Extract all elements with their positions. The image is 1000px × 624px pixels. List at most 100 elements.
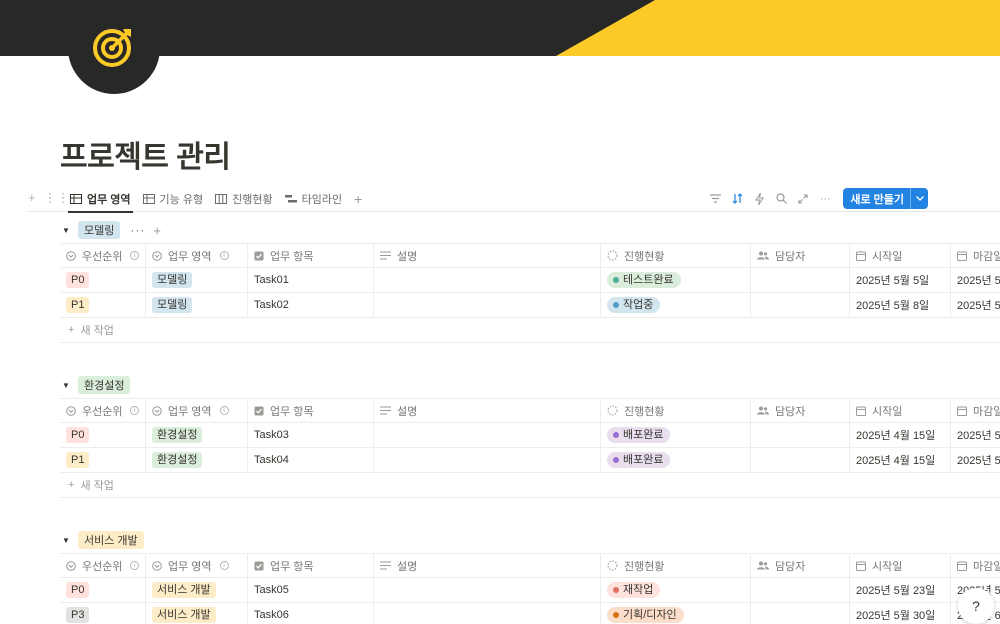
description-cell[interactable] [374,268,601,292]
info-icon[interactable]: i [219,406,229,415]
column-header[interactable]: 우선순위 i [60,554,146,577]
column-header[interactable]: 담당자 [751,399,850,422]
column-header[interactable]: 담당자 [751,554,850,577]
column-header[interactable]: 진행현황 [601,554,751,577]
column-header[interactable]: 업무 영역 i [146,244,248,267]
info-icon[interactable]: i [219,251,229,260]
status-cell[interactable]: 배포완료 [601,448,751,472]
start-date-cell[interactable]: 2025년 5월 5일 [850,268,951,292]
assignee-cell[interactable] [751,448,850,472]
assignee-cell[interactable] [751,603,850,624]
start-date-cell[interactable]: 2025년 4월 15일 [850,448,951,472]
info-icon[interactable]: i [130,251,139,260]
task-name-cell[interactable]: Task02 [248,293,374,317]
more-icon[interactable]: ··· [815,189,835,209]
toggle-triangle-icon[interactable]: ▼ [60,536,72,545]
due-date-cell[interactable]: 2025년 5 [951,423,1000,447]
column-header[interactable]: 업무 영역 i [146,399,248,422]
due-date-cell[interactable]: 2025년 5 [951,448,1000,472]
assignee-cell[interactable] [751,578,850,602]
tab-timeline[interactable]: 타임라인 [279,186,348,212]
toggle-triangle-icon[interactable]: ▼ [60,226,72,235]
start-date-cell[interactable]: 2025년 5월 30일 [850,603,951,624]
priority-cell[interactable]: P0 [60,578,146,602]
column-header[interactable]: 업무 항목 [248,244,374,267]
column-header[interactable]: 진행현황 [601,244,751,267]
description-cell[interactable] [374,578,601,602]
due-date-cell[interactable]: 2025년 5 [951,293,1000,317]
column-header[interactable]: 업무 항목 [248,399,374,422]
status-cell[interactable]: 재작업 [601,578,751,602]
info-icon[interactable]: i [130,406,139,415]
column-header[interactable]: 설명 [374,554,601,577]
table-row[interactable]: P1 환경설정 Task04 배포완료 2025년 4월 15일 2025년 5 [60,448,1000,473]
automation-icon[interactable] [749,189,769,209]
column-header[interactable]: 우선순위 i [60,244,146,267]
area-cell[interactable]: 모델링 [146,268,248,292]
new-button[interactable]: 새로 만들기 [843,188,928,209]
add-task-button[interactable]: + 새 작업 [60,318,1000,343]
task-name-cell[interactable]: Task04 [248,448,374,472]
task-name-cell[interactable]: Task06 [248,603,374,624]
area-cell[interactable]: 환경설정 [146,423,248,447]
assignee-cell[interactable] [751,293,850,317]
filter-icon[interactable] [705,189,725,209]
assignee-cell[interactable] [751,423,850,447]
column-header[interactable]: 업무 영역 i [146,554,248,577]
status-cell[interactable]: 테스트완료 [601,268,751,292]
description-cell[interactable] [374,423,601,447]
status-cell[interactable]: 작업중 [601,293,751,317]
add-task-button[interactable]: + 새 작업 [60,473,1000,498]
area-cell[interactable]: 환경설정 [146,448,248,472]
chevron-down-icon[interactable] [910,188,928,209]
expand-icon[interactable] [793,189,813,209]
table-row[interactable]: P0 모델링 Task01 테스트완료 2025년 5월 5일 2025년 5 [60,268,1000,293]
priority-cell[interactable]: P3 [60,603,146,624]
column-header[interactable]: 업무 항목 [248,554,374,577]
status-cell[interactable]: 배포완료 [601,423,751,447]
table-row[interactable]: P0 환경설정 Task03 배포완료 2025년 4월 15일 2025년 5 [60,423,1000,448]
description-cell[interactable] [374,293,601,317]
description-cell[interactable] [374,448,601,472]
add-icon[interactable]: + [153,223,161,238]
column-header[interactable]: 시작일 [850,554,951,577]
sort-icon[interactable] [727,189,747,209]
tab-function-type[interactable]: 기능 유형 [137,186,210,212]
description-cell[interactable] [374,603,601,624]
assignee-cell[interactable] [751,268,850,292]
info-icon[interactable]: i [130,561,139,570]
priority-cell[interactable]: P0 [60,268,146,292]
column-header[interactable]: 마감일 [951,554,1000,577]
add-view-button[interactable]: + [348,186,368,212]
table-row[interactable]: P3서비스 개발Task06기획/디자인2025년 5월 30일2025년 6 [60,603,1000,624]
page-icon[interactable] [68,2,160,94]
page-title[interactable]: 프로젝트 관리 [60,132,231,176]
more-icon[interactable]: ··· [130,223,145,237]
column-header[interactable]: 마감일 [951,399,1000,422]
area-cell[interactable]: 서비스 개발 [146,578,248,602]
column-header[interactable]: 우선순위 i [60,399,146,422]
table-row[interactable]: P1 모델링 Task02 작업중 2025년 5월 8일 2025년 5 [60,293,1000,318]
column-header[interactable]: 시작일 [850,399,951,422]
status-cell[interactable]: 기획/디자인 [601,603,751,624]
column-header[interactable]: 시작일 [850,244,951,267]
column-header[interactable]: 진행현황 [601,399,751,422]
column-header[interactable]: 설명 [374,399,601,422]
area-cell[interactable]: 서비스 개발 [146,603,248,624]
info-icon[interactable]: i [219,561,229,570]
priority-cell[interactable]: P1 [60,448,146,472]
priority-cell[interactable]: P0 [60,423,146,447]
table-row[interactable]: P0서비스 개발Task05재작업2025년 5월 23일2025년 5 [60,578,1000,603]
task-name-cell[interactable]: Task05 [248,578,374,602]
start-date-cell[interactable]: 2025년 5월 8일 [850,293,951,317]
search-icon[interactable] [771,189,791,209]
column-header[interactable]: 마감일 [951,244,1000,267]
start-date-cell[interactable]: 2025년 4월 15일 [850,423,951,447]
task-name-cell[interactable]: Task03 [248,423,374,447]
tab-progress[interactable]: 진행현황 [209,186,278,212]
start-date-cell[interactable]: 2025년 5월 23일 [850,578,951,602]
toggle-triangle-icon[interactable]: ▼ [60,381,72,390]
column-header[interactable]: 설명 [374,244,601,267]
task-name-cell[interactable]: Task01 [248,268,374,292]
add-block-icon[interactable]: + [28,190,36,206]
